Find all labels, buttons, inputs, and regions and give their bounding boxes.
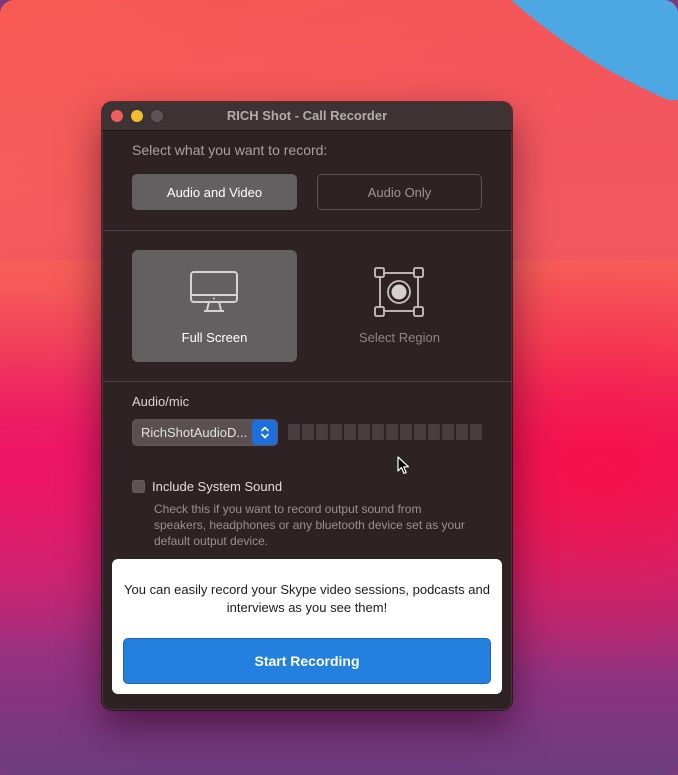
start-recording-button[interactable]: Start Recording — [123, 638, 491, 684]
level-meter-segment — [302, 424, 314, 440]
level-meter-segment — [414, 424, 426, 440]
level-meter-segment — [344, 424, 356, 440]
monitor-icon — [190, 271, 238, 312]
mouse-cursor-icon — [397, 456, 410, 475]
audio-and-video-button[interactable]: Audio and Video — [132, 174, 297, 210]
level-meter-segment — [470, 424, 482, 440]
level-meter-segment — [372, 424, 384, 440]
level-meter-segment — [456, 424, 468, 440]
divider — [102, 381, 512, 382]
select-region-label: Select Region — [359, 330, 440, 345]
record-type-prompt: Select what you want to record: — [132, 142, 328, 158]
level-meter-segment — [400, 424, 412, 440]
select-region-icon — [374, 267, 424, 317]
audio-mic-label: Audio/mic — [132, 394, 190, 409]
chevron-up-down-icon[interactable] — [252, 420, 277, 445]
level-meter-segment — [442, 424, 454, 440]
include-system-sound-row[interactable]: Include System Sound — [132, 479, 282, 494]
promo-text: You can easily record your Skype video s… — [124, 582, 490, 615]
app-window: RICH Shot - Call Recorder Select what yo… — [102, 102, 512, 710]
audio-device-value: RichShotAudioD... — [141, 425, 248, 440]
level-meter-segment — [316, 424, 328, 440]
level-meter-segment — [428, 424, 440, 440]
include-system-sound-checkbox[interactable] — [132, 480, 145, 493]
level-meter-segment — [288, 424, 300, 440]
window-title: RICH Shot - Call Recorder — [226, 108, 388, 123]
promo-panel: You can easily record your Skype video s… — [112, 559, 502, 694]
level-meter-segment — [330, 424, 342, 440]
full-screen-label: Full Screen — [181, 330, 248, 345]
audio-level-meter — [288, 424, 482, 441]
audio-only-button[interactable]: Audio Only — [317, 174, 482, 210]
divider — [102, 230, 512, 231]
level-meter-segment — [358, 424, 370, 440]
include-system-sound-label: Include System Sound — [152, 479, 283, 494]
wallpaper-blue-shape — [478, 0, 678, 100]
audio-device-select[interactable]: RichShotAudioD... — [132, 419, 278, 446]
level-meter-segment — [386, 424, 398, 440]
title-bar[interactable]: RICH Shot - Call Recorder — [102, 102, 512, 131]
select-region-option[interactable]: Select Region — [317, 250, 482, 362]
full-screen-option[interactable]: Full Screen — [132, 250, 297, 362]
system-sound-help-text: Check this if you want to record output … — [154, 502, 465, 548]
